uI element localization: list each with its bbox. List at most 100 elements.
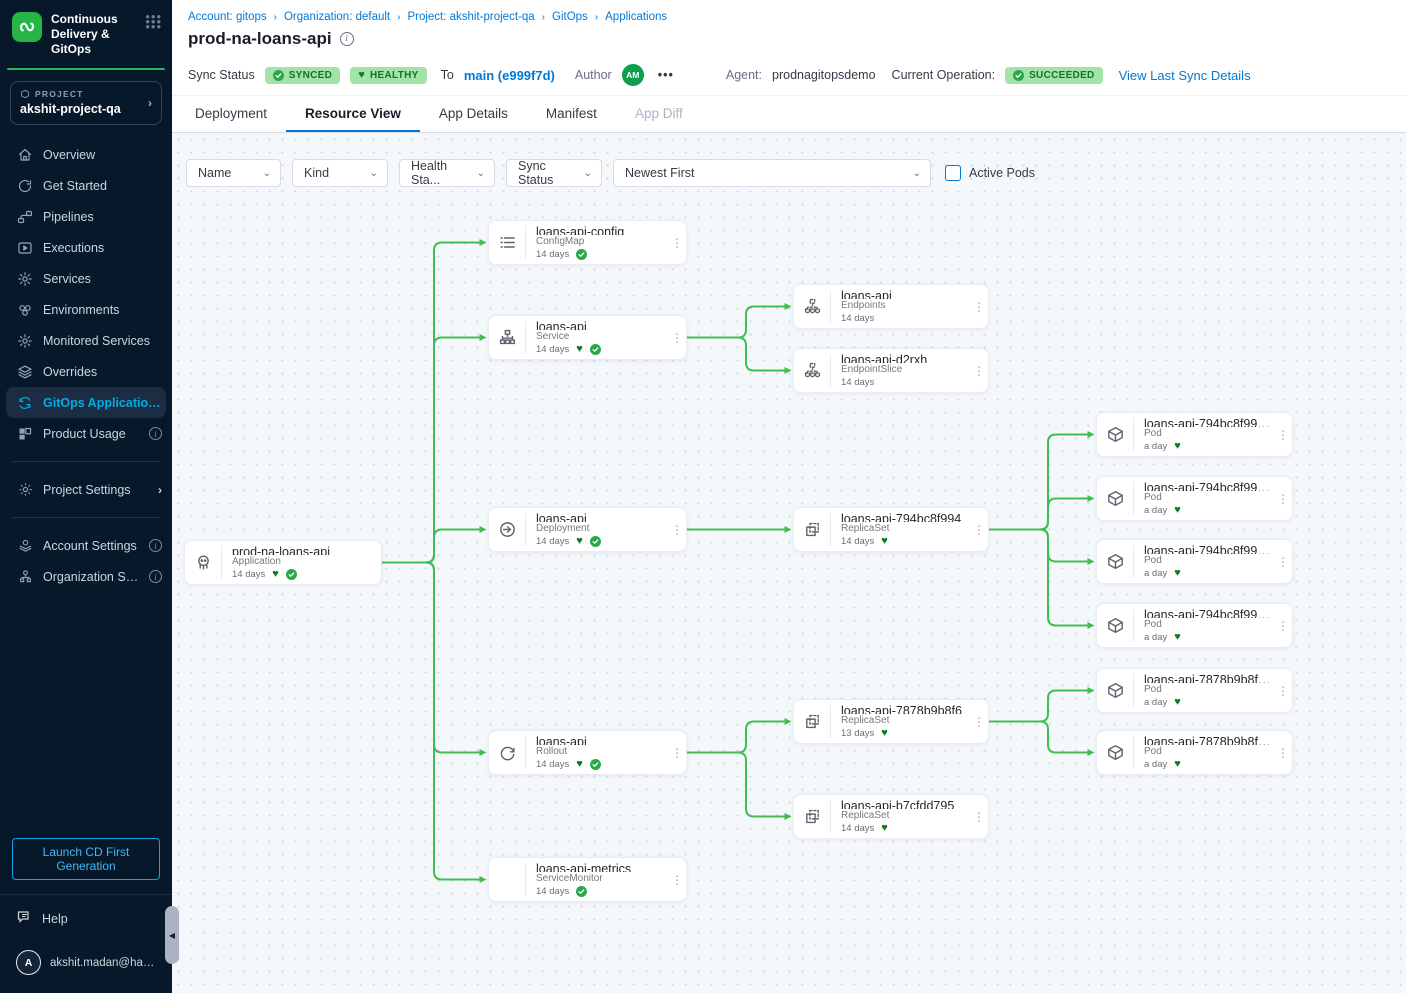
resource-node-service[interactable]: loans-api Service 14 days♥ ⋮: [488, 315, 687, 360]
kebab-menu-icon[interactable]: ⋮: [970, 285, 988, 328]
kebab-menu-icon[interactable]: ⋮: [668, 508, 686, 551]
harness-logo-icon[interactable]: [12, 12, 42, 42]
tab-manifest[interactable]: Manifest: [527, 96, 616, 132]
kebab-menu-icon[interactable]: ⋮: [1274, 477, 1292, 520]
node-name: loans-api-metrics: [536, 862, 666, 872]
sidebar-item-gitops-applications[interactable]: GitOps Applications: [6, 387, 166, 418]
heart-icon: ♥: [881, 536, 888, 547]
resource-node-endpointslice[interactable]: loans-api-d2rxh EndpointSlice 14 days ⋮: [793, 348, 989, 393]
sidebar-item-label: Account Settings: [43, 539, 139, 553]
info-icon[interactable]: i: [149, 539, 162, 552]
tab-app-details[interactable]: App Details: [420, 96, 527, 132]
kebab-menu-icon[interactable]: ⋮: [970, 349, 988, 392]
succeeded-badge: SUCCEEDED: [1005, 67, 1103, 84]
heart-icon: ♥: [358, 70, 365, 81]
node-kind: Deployment: [536, 522, 666, 536]
replicaset-icon: [794, 705, 831, 738]
kebab-menu-icon[interactable]: ⋮: [970, 795, 988, 838]
heart-icon: ♥: [1174, 568, 1181, 579]
node-kind: Service: [536, 330, 666, 344]
kebab-menu-icon[interactable]: ⋮: [1274, 731, 1292, 774]
module-accent-line: [7, 68, 165, 70]
sidebar-item-label: Overrides: [43, 365, 162, 379]
user-account[interactable]: A akshit.madan@harnes...: [16, 950, 158, 975]
agent-value: prodnagitopsdemo: [772, 68, 876, 82]
project-selector[interactable]: PROJECT akshit-project-qa ›: [10, 81, 162, 125]
edge-rs7878-pod6: [989, 722, 1088, 753]
resource-node-rs7878[interactable]: loans-api-7878b9b8f6 ReplicaSet 13 days♥…: [793, 699, 989, 744]
to-label: To: [441, 68, 454, 82]
node-name: loans-api-794bc8f994-b...: [1144, 417, 1272, 427]
resource-node-pod4[interactable]: loans-api-794bc8f994-8... Pod a day♥ ⋮: [1096, 603, 1293, 648]
resource-node-pod6[interactable]: loans-api-7878b9b8f6-5... Pod a day♥ ⋮: [1096, 730, 1293, 775]
breadcrumb-link[interactable]: Account: gitops: [188, 11, 267, 23]
sidebar-item-product-usage[interactable]: Product Usagei: [0, 418, 172, 449]
node-age: 14 days: [536, 344, 569, 356]
resource-node-deployment[interactable]: loans-api Deployment 14 days♥ ⋮: [488, 507, 687, 552]
help-button[interactable]: Help: [16, 909, 158, 928]
usage-icon: [17, 426, 33, 442]
resource-node-root[interactable]: prod-na-loans-api Application 14 days♥: [184, 540, 382, 585]
sidebar-item-environments[interactable]: Environments: [0, 294, 172, 325]
sidebar-item-overview[interactable]: Overview: [0, 139, 172, 170]
tab-bar: DeploymentResource ViewApp DetailsManife…: [172, 96, 1406, 133]
sync-status-label: Sync Status: [188, 68, 255, 82]
kebab-menu-icon[interactable]: ⋮: [1274, 669, 1292, 712]
rollout-icon: [489, 736, 526, 769]
tab-resource-view[interactable]: Resource View: [286, 96, 420, 132]
sidebar-item-pipelines[interactable]: Pipelines: [0, 201, 172, 232]
resource-node-rsb7cf[interactable]: loans-api-b7cfdd795 ReplicaSet 14 days♥ …: [793, 794, 989, 839]
node-age: 14 days: [536, 886, 569, 898]
breadcrumb-link[interactable]: GitOps: [552, 11, 588, 23]
more-options-icon[interactable]: •••: [654, 68, 678, 82]
branch-link[interactable]: main (e999f7d): [464, 68, 555, 83]
module-switcher-icon[interactable]: •••••••••: [145, 14, 162, 29]
breadcrumb-link[interactable]: Organization: default: [284, 11, 390, 23]
check-circle-icon: [576, 886, 587, 897]
author-avatar[interactable]: AM: [622, 64, 644, 86]
info-icon[interactable]: i: [340, 32, 354, 46]
pod-icon: [1097, 482, 1134, 515]
resource-node-rs794[interactable]: loans-api-794bc8f994 ReplicaSet 14 days♥…: [793, 507, 989, 552]
kebab-menu-icon[interactable]: ⋮: [1274, 540, 1292, 583]
launch-cd-first-gen-button[interactable]: Launch CD First Generation: [12, 838, 160, 880]
resource-node-rollout[interactable]: loans-api Rollout 14 days♥ ⋮: [488, 730, 687, 775]
resource-node-pod5[interactable]: loans-api-7878b9b8f6-6... Pod a day♥ ⋮: [1096, 668, 1293, 713]
kebab-menu-icon[interactable]: ⋮: [668, 221, 686, 264]
sidebar-item-get-started[interactable]: Get Started: [0, 170, 172, 201]
org-chart-icon: [17, 569, 33, 585]
tab-deployment[interactable]: Deployment: [176, 96, 286, 132]
breadcrumb: Account: gitops›Organization: default›Pr…: [172, 0, 1406, 23]
edge-rs7878-pod5: [989, 691, 1088, 722]
kebab-menu-icon[interactable]: ⋮: [668, 858, 686, 901]
breadcrumb-link[interactable]: Project: akshit-project-qa: [407, 11, 534, 23]
heart-icon: ♥: [576, 536, 583, 547]
resource-node-metrics[interactable]: loans-api-metrics ServiceMonitor 14 days…: [488, 857, 687, 902]
resource-node-pod1[interactable]: loans-api-794bc8f994-b... Pod a day♥ ⋮: [1096, 412, 1293, 457]
info-icon[interactable]: i: [149, 427, 162, 440]
resource-node-config[interactable]: loans-api-config ConfigMap 14 days ⋮: [488, 220, 687, 265]
sidebar-collapse-handle[interactable]: ◀: [165, 906, 179, 964]
kebab-menu-icon[interactable]: ⋮: [1274, 604, 1292, 647]
kebab-menu-icon[interactable]: ⋮: [668, 731, 686, 774]
heart-icon: ♥: [881, 823, 888, 834]
help-label: Help: [42, 912, 68, 926]
pod-icon: [1097, 674, 1134, 707]
kebab-menu-icon[interactable]: ⋮: [1274, 413, 1292, 456]
sidebar-item-overrides[interactable]: Overrides: [0, 356, 172, 387]
resource-node-pod2[interactable]: loans-api-794bc8f994-xr... Pod a day♥ ⋮: [1096, 476, 1293, 521]
sidebar-item-services[interactable]: Services: [0, 263, 172, 294]
sidebar-item-organization-settings[interactable]: Organization Settings i: [0, 561, 172, 592]
resource-node-endpoints[interactable]: loans-api Endpoints 14 days ⋮: [793, 284, 989, 329]
sidebar-item-executions[interactable]: Executions: [0, 232, 172, 263]
sidebar-item-project-settings[interactable]: Project Settings ›: [0, 474, 172, 505]
sidebar-item-monitored-services[interactable]: Monitored Services: [0, 325, 172, 356]
kebab-menu-icon[interactable]: ⋮: [668, 316, 686, 359]
kebab-menu-icon[interactable]: ⋮: [970, 508, 988, 551]
view-last-sync-details-link[interactable]: View Last Sync Details: [1119, 68, 1251, 83]
sidebar-item-account-settings[interactable]: Account Settings i: [0, 530, 172, 561]
breadcrumb-link[interactable]: Applications: [605, 11, 667, 23]
kebab-menu-icon[interactable]: ⋮: [970, 700, 988, 743]
info-icon[interactable]: i: [149, 570, 162, 583]
resource-node-pod3[interactable]: loans-api-794bc8f994-p... Pod a day♥ ⋮: [1096, 539, 1293, 584]
